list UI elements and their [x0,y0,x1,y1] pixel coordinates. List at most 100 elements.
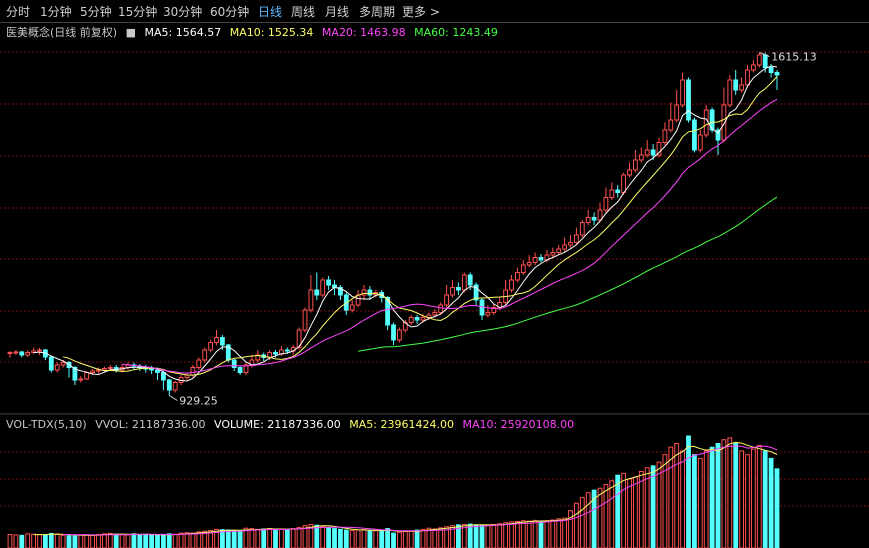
volume-bar [526,520,532,548]
ma60-line [358,196,778,352]
volume-bar [751,448,756,548]
candle-body [60,362,66,366]
candle-body [727,79,733,106]
candle-body [509,279,514,291]
candle-body [314,289,320,296]
candle-body [284,349,290,352]
volume-bar [509,521,514,548]
volume-bar [161,534,166,548]
candle-body [520,264,526,273]
volume-bar [697,457,703,548]
volume-bar [721,439,727,548]
candle-body [7,352,13,354]
candle-body [668,119,674,131]
volume-bar [568,510,573,548]
volume-bar [497,523,503,548]
candle-body [762,54,768,68]
candle-body [84,372,90,380]
volume-bar [149,534,154,548]
volume-bar [544,520,550,548]
volume-bar [709,446,715,548]
volume-bar [579,497,585,548]
volume-bar [562,517,568,548]
volume-bar [66,535,72,548]
candle-body [37,349,42,352]
candle-body [391,324,396,341]
volume-bar [290,528,296,548]
candle-body [609,189,615,198]
volume-bar [650,465,656,548]
candle-body [603,197,609,211]
volume-bar [273,528,278,548]
volume-bar [355,529,361,548]
kline-chart[interactable]: 1615.13 929.25 [0,0,869,548]
candle-body [579,222,585,236]
volume-bar [78,534,84,548]
volume-bar [467,523,473,548]
ma5-line [33,65,778,382]
volume-bar [538,520,544,548]
volume-bar [326,526,332,548]
volume-bar [107,532,113,548]
candle-body [562,244,568,250]
candle-body [190,367,196,376]
volume-bar [190,532,196,548]
volume-bar [473,524,479,548]
ma20-line [122,98,778,374]
candle-body [662,129,668,143]
volume-bar [7,534,13,548]
candle-body [774,72,780,76]
volume-bar [550,519,556,548]
volume-bar [715,442,721,548]
volume-bar [603,484,609,548]
volume-bar [332,528,337,548]
volume-bar [113,533,119,548]
volume-bar [703,450,709,548]
candle-body [438,304,444,313]
candle-body [467,274,473,286]
candle-body [320,279,326,296]
volume-bar [662,454,668,548]
volume-bar [432,528,438,548]
candle-body [568,242,573,246]
volume-bar [745,454,750,548]
candle-body [550,252,556,256]
volume-bar [314,524,320,548]
volume-bar [184,532,190,548]
candle-body [751,64,756,71]
volume-bar [491,523,497,548]
candle-body [692,119,697,151]
volume-bar [621,472,627,548]
volume-bar [397,531,402,548]
volume-bar [733,442,739,548]
candle-body [208,342,213,351]
volume-bar [420,528,426,548]
volume-bar [125,534,131,548]
volume-bar [267,528,273,548]
candle-body [733,79,739,91]
volume-bar [361,529,367,548]
volume-bar [532,519,538,548]
volume-bar [261,528,267,548]
candle-body [420,317,426,321]
candle-body [768,67,774,73]
volume-bar [414,529,420,548]
candle-body [538,257,544,261]
volume-bar [320,525,326,548]
candle-body [585,217,591,223]
candle-body [13,351,19,354]
candle-body [627,169,632,176]
high-label: 1615.13 [771,51,817,64]
candle-body [674,104,680,121]
volume-bar [438,527,444,548]
candle-body [615,189,621,193]
candle-body [515,272,520,281]
volume-bar [615,474,621,548]
candle-body [25,352,31,356]
volume-bar [166,533,172,548]
candle-body [19,351,25,356]
candle-body [739,84,745,91]
low-marker-line [169,395,178,401]
candle-body [302,309,308,331]
candle-body [456,287,461,291]
